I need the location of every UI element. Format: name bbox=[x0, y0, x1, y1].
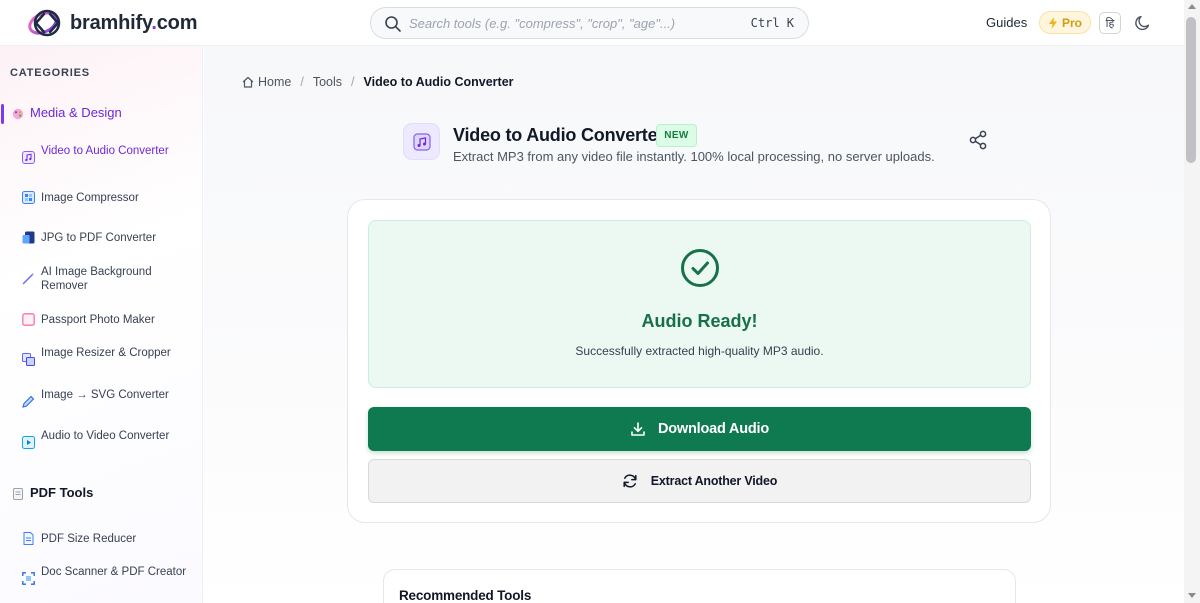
sidebar-group-media-design[interactable]: Media & Design bbox=[0, 104, 200, 124]
sidebar-group-label: PDF Tools bbox=[30, 485, 94, 500]
sidebar-item-label: Video to Audio Converter bbox=[41, 145, 169, 157]
sidebar-item-label: Image → SVG Converter bbox=[41, 389, 169, 401]
result-title: Audio Ready! bbox=[641, 311, 758, 331]
result-message: Successfully extracted high-quality MP3 … bbox=[575, 344, 824, 358]
download-audio-button[interactable]: Download Audio bbox=[368, 407, 1031, 451]
pro-label: Pro bbox=[1061, 15, 1082, 30]
sidebar-item-label: PDF Size Reducer bbox=[41, 533, 137, 545]
music-note-icon bbox=[22, 151, 35, 164]
main-content: Home / Tools / Video to Audio Converter … bbox=[204, 46, 1184, 603]
sidebar-item-passport-photo[interactable]: Passport Photo Maker bbox=[22, 313, 197, 327]
scroll-up-arrow[interactable] bbox=[1188, 4, 1196, 9]
download-icon bbox=[631, 422, 645, 436]
sidebar-group-label: Media & Design bbox=[30, 105, 122, 120]
music-note-icon bbox=[412, 132, 431, 151]
language-toggle[interactable]: हि bbox=[1099, 12, 1121, 34]
video-icon bbox=[22, 436, 35, 449]
resize-icon bbox=[22, 353, 35, 366]
logo-text: bramhify.com bbox=[70, 11, 198, 34]
palette-icon bbox=[12, 108, 24, 120]
sidebar-item-doc-scanner[interactable]: Doc Scanner & PDF Creator bbox=[22, 565, 197, 593]
converter-card: Audio Ready! Successfully extracted high… bbox=[347, 199, 1051, 523]
active-group-indicator bbox=[1, 104, 4, 124]
tool-icon bbox=[403, 123, 440, 160]
breadcrumb: Home / Tools / Video to Audio Converter bbox=[242, 74, 514, 90]
magic-wand-icon bbox=[22, 272, 35, 285]
breadcrumb-home[interactable]: Home bbox=[258, 75, 291, 89]
success-panel: Audio Ready! Successfully extracted high… bbox=[368, 220, 1031, 388]
page-subtitle: Extract MP3 from any video file instantl… bbox=[453, 149, 935, 164]
check-circle-icon bbox=[681, 249, 719, 287]
sidebar-item-image-compressor[interactable]: Image Compressor bbox=[22, 191, 197, 205]
categories-title: CATEGORIES bbox=[10, 67, 90, 79]
image-grid-icon bbox=[22, 191, 35, 204]
bramhify-logo-icon bbox=[28, 9, 61, 37]
breadcrumb-separator: / bbox=[300, 75, 304, 89]
breadcrumb-current: Video to Audio Converter bbox=[363, 75, 514, 89]
search-icon bbox=[385, 16, 401, 32]
breadcrumb-tools[interactable]: Tools bbox=[313, 75, 342, 89]
recommended-title: Recommended Tools bbox=[399, 588, 532, 603]
document-image-icon bbox=[22, 231, 35, 244]
pen-icon bbox=[22, 395, 35, 408]
sidebar-item-label: Doc Scanner & PDF Creator bbox=[41, 566, 187, 578]
extract-another-label: Extract Another Video bbox=[650, 474, 778, 488]
page-title: Video to Audio Converter bbox=[453, 125, 665, 145]
guides-link[interactable]: Guides bbox=[986, 15, 1027, 30]
scroll-down-arrow[interactable] bbox=[1188, 593, 1196, 598]
sidebar: CATEGORIES Media & Design Video to Audio… bbox=[0, 46, 203, 603]
new-badge: NEW bbox=[656, 124, 697, 147]
scrollbar-thumb[interactable] bbox=[1186, 17, 1196, 163]
lightning-icon bbox=[1048, 16, 1057, 29]
sidebar-item-image-resizer[interactable]: Image Resizer & Cropper bbox=[22, 346, 197, 374]
sidebar-item-label: Audio to Video Converter bbox=[41, 430, 170, 442]
home-icon[interactable] bbox=[242, 76, 254, 88]
sidebar-item-label: Image Compressor bbox=[41, 192, 139, 204]
search-shortcut: Ctrl K bbox=[750, 16, 794, 30]
top-header: bramhify.com Ctrl K Guides Pro हि bbox=[0, 0, 1184, 46]
sidebar-item-jpg-to-pdf[interactable]: JPG to PDF Converter bbox=[22, 231, 197, 245]
pdf-file-icon bbox=[23, 532, 34, 545]
sidebar-item-pdf-size-reducer[interactable]: PDF Size Reducer bbox=[22, 532, 197, 546]
sidebar-item-image-to-svg[interactable]: Image → SVG Converter bbox=[22, 388, 197, 416]
sidebar-item-label: Passport Photo Maker bbox=[41, 314, 155, 326]
sidebar-item-video-to-audio[interactable]: Video to Audio Converter bbox=[22, 144, 197, 172]
share-icon[interactable] bbox=[968, 130, 988, 150]
scan-icon bbox=[22, 572, 35, 585]
sidebar-item-label: AI Image Background Remover bbox=[41, 266, 152, 292]
sidebar-item-audio-to-video[interactable]: Audio to Video Converter bbox=[22, 429, 197, 457]
download-label: Download Audio bbox=[657, 421, 770, 437]
pro-button[interactable]: Pro bbox=[1039, 11, 1091, 34]
breadcrumb-separator: / bbox=[351, 75, 355, 89]
recommended-tools-card: Recommended Tools bbox=[383, 569, 1016, 603]
sidebar-item-label: Image Resizer & Cropper bbox=[41, 347, 171, 359]
sidebar-item-label: JPG to PDF Converter bbox=[41, 232, 157, 244]
search-bar[interactable]: Ctrl K bbox=[370, 7, 809, 39]
sidebar-item-ai-background-remover[interactable]: AI Image Background Remover bbox=[22, 265, 197, 293]
sidebar-group-pdf-tools[interactable]: PDF Tools bbox=[0, 484, 200, 504]
page-icon bbox=[13, 488, 23, 500]
search-input[interactable] bbox=[409, 13, 729, 33]
moon-icon[interactable] bbox=[1134, 14, 1152, 32]
refresh-icon bbox=[623, 474, 637, 488]
logo[interactable]: bramhify.com bbox=[26, 7, 197, 39]
extract-another-button[interactable]: Extract Another Video bbox=[368, 459, 1031, 503]
photo-frame-icon bbox=[22, 313, 35, 326]
